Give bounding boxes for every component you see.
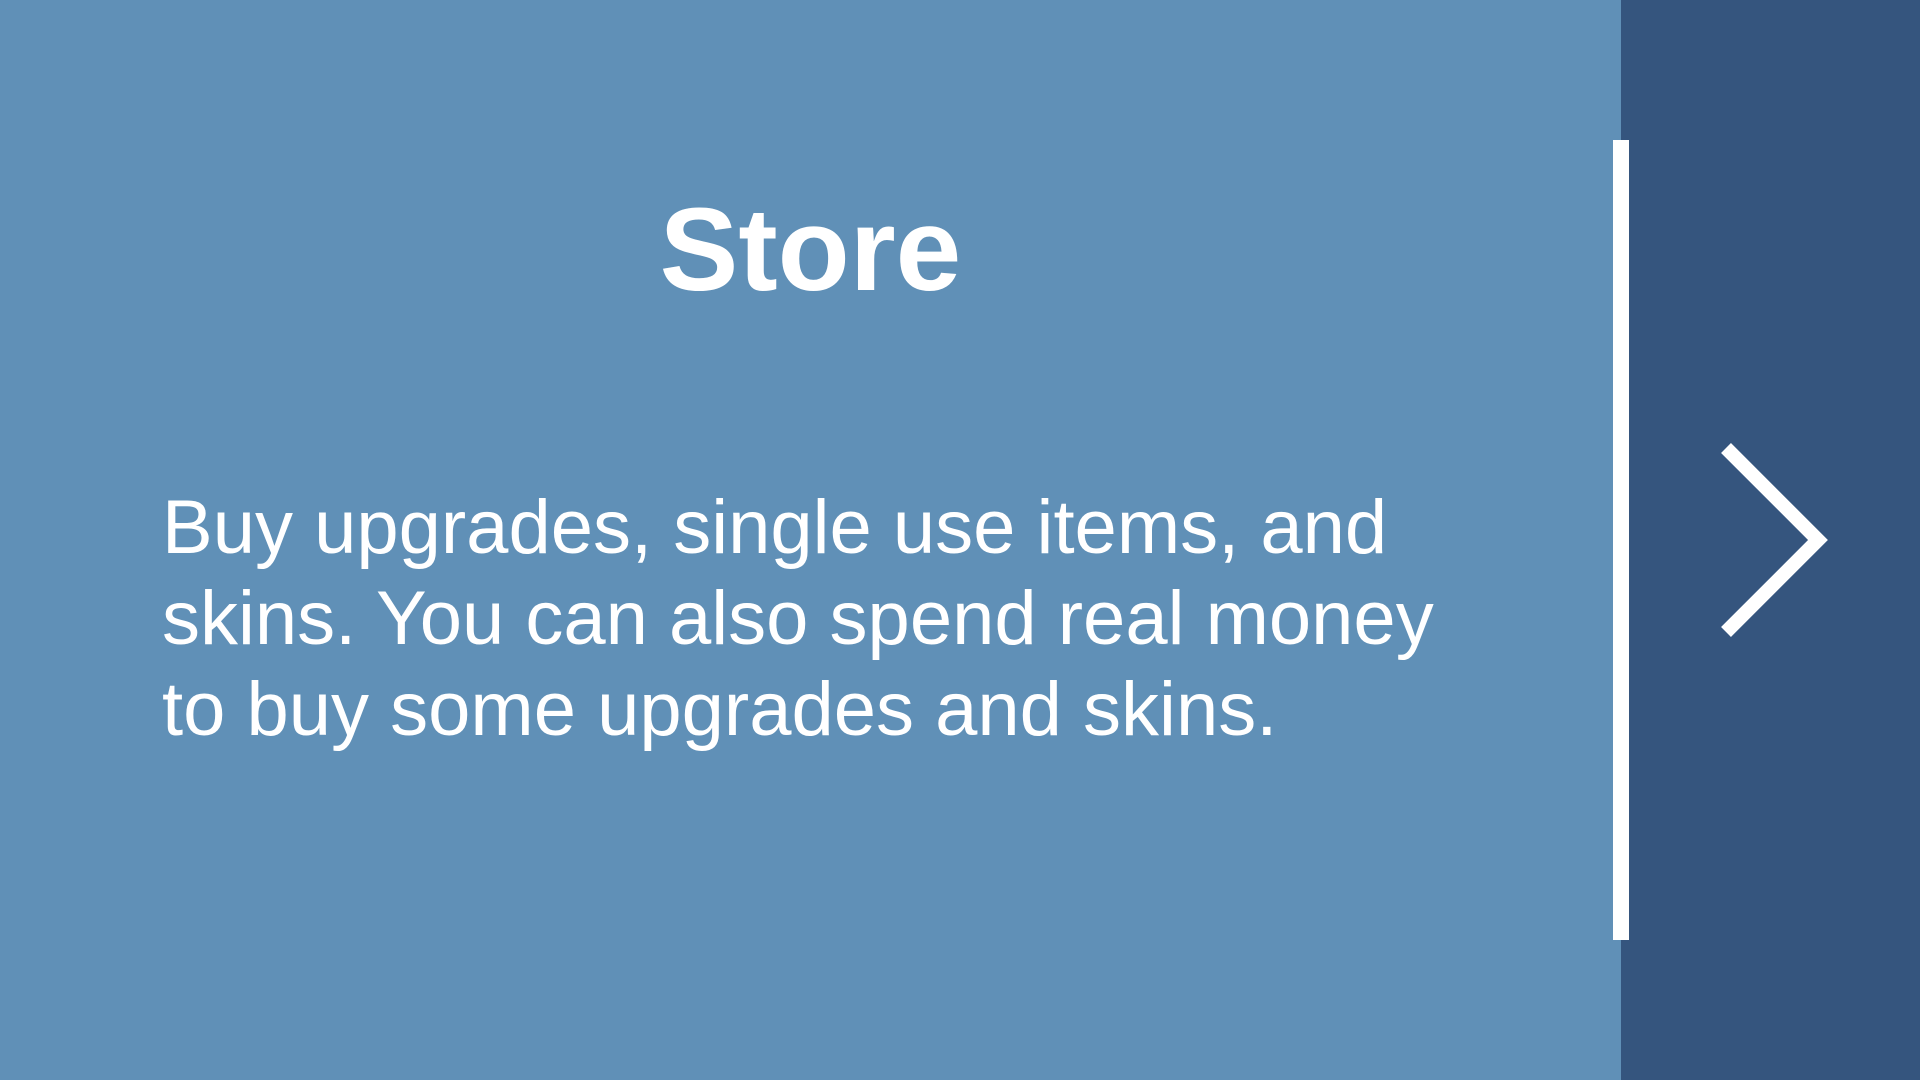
slide-title: Store <box>659 184 962 316</box>
next-slide-button[interactable] <box>1700 430 1840 650</box>
slide-description: Buy upgrades, single use items, and skin… <box>162 485 1434 752</box>
chevron-right-icon <box>1721 443 1828 637</box>
